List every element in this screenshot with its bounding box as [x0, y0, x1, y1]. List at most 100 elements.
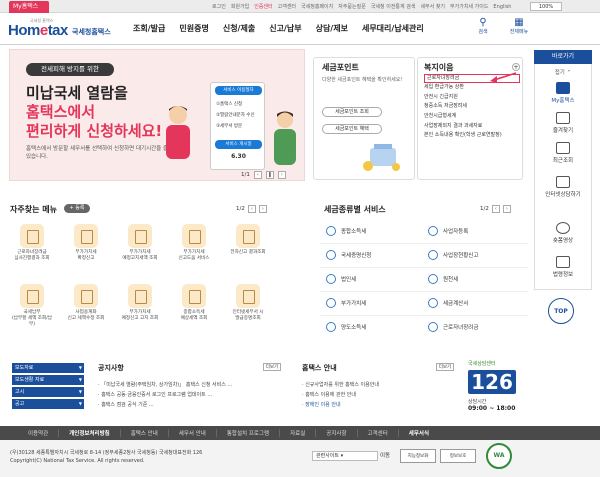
info-item[interactable]: · 신규사업자를 위한 홈택스 이용안내: [302, 381, 379, 388]
cert-center-link[interactable]: 인증센터: [254, 3, 272, 10]
footer-forms-link[interactable]: 세무서식: [397, 429, 439, 437]
stats-link[interactable]: 국세청 이전통계 검색: [371, 3, 416, 10]
press-release-select[interactable]: 보도자료: [12, 363, 84, 373]
footer-privacy-link[interactable]: 개인정보처리방침: [58, 429, 119, 437]
notice-item[interactable]: · 「미납국세 열람(주택임차, 상가임차)」 홈택스 신청 서비스 ...: [98, 381, 232, 388]
service-label: 원천세: [443, 277, 459, 283]
quick-fold-button[interactable]: 접기 ⌃: [534, 68, 592, 76]
faq-link[interactable]: 자주묻는질문: [338, 3, 366, 10]
tax-service-item[interactable]: 원천세: [428, 274, 458, 284]
footer-install-link[interactable]: 통합설치 프로그램: [215, 429, 279, 437]
nav-apply[interactable]: 신청/제출: [216, 23, 262, 34]
nav-counsel[interactable]: 상담/제보: [309, 23, 355, 34]
nav-filing[interactable]: 신고/납부: [262, 23, 308, 34]
notice-title: 공지사항: [98, 364, 124, 372]
footer-hometax-link[interactable]: 홈택스 안내: [119, 429, 168, 437]
hometax-logo[interactable]: 국세청 홈택스 Hometax 국세청홈택스: [8, 17, 118, 41]
info-item[interactable]: · 장애인 이용 안내: [302, 401, 341, 408]
freq-item[interactable]: 종합소득세 예상세액 조회: [172, 284, 216, 322]
freq-item[interactable]: 사업용계좌 신고 세액수정 조회: [64, 284, 108, 322]
hometax-info-more-button[interactable]: 더보기: [436, 363, 454, 371]
footer-office-link[interactable]: 세무서 안내: [167, 429, 216, 437]
prev-button[interactable]: ‹: [253, 171, 262, 179]
prev-button[interactable]: ‹: [247, 205, 256, 213]
search-button[interactable]: ⚲ 검색: [470, 17, 496, 35]
welfare-item[interactable]: 안전시 긴급지원: [424, 93, 520, 103]
signup-link[interactable]: 회원가입: [231, 3, 249, 10]
footer-library-link[interactable]: 자료실: [279, 429, 315, 437]
freq-item[interactable]: 부가가치세 확정신고: [64, 224, 108, 262]
nts-home-link[interactable]: 국세청홈페이지: [301, 3, 333, 10]
next-button[interactable]: ›: [502, 205, 511, 213]
zoom-control[interactable]: 100%: [530, 2, 562, 11]
tax-service-item[interactable]: 양도소득세: [326, 322, 366, 332]
freq-item[interactable]: 인터넷세무서 시 발급증명조회: [226, 284, 270, 322]
next-button[interactable]: ›: [258, 205, 267, 213]
scroll-top-button[interactable]: TOP: [548, 298, 574, 324]
tax-service-item[interactable]: 종합소득세: [326, 226, 366, 236]
nav-agent[interactable]: 세무대리/납세관리: [355, 23, 431, 34]
freq-item[interactable]: 근로자녀장려금 심사진행결과 조회: [10, 224, 54, 262]
tax-point-title: 세금포인트: [322, 63, 359, 72]
quick-label: 최근조회: [552, 158, 574, 164]
tax-point-benefit-button[interactable]: 세금포인트 혜택: [322, 124, 382, 134]
tax-service-item[interactable]: 사업자등록: [428, 226, 468, 236]
quick-favorites[interactable]: 즐겨찾기: [534, 112, 592, 134]
english-link[interactable]: English: [493, 4, 511, 10]
quick-recent[interactable]: 최근조회: [534, 142, 592, 164]
freq-menu-title: 자주찾는 메뉴: [10, 205, 57, 214]
press-life-select[interactable]: 보도생활 자료: [12, 375, 84, 385]
welfare-item[interactable]: 세입 환급가능 상환: [424, 83, 520, 93]
welfare-item[interactable]: 본인 소득내용 확인(학생 근로연말정): [424, 131, 520, 141]
related-site-select[interactable]: 관련사이트 ▾: [312, 451, 378, 461]
notice-item[interactable]: · 홈택스 공동·금융인증서 로그인 프로그램 업데이트 ...: [98, 391, 212, 398]
notice-select[interactable]: 고시: [12, 387, 84, 397]
find-office-link[interactable]: 세무서 찾기: [420, 3, 445, 10]
next-button[interactable]: ›: [277, 171, 286, 179]
tax-service-item[interactable]: 근로자녀장려금: [428, 322, 478, 332]
vat-guide-link[interactable]: 부가가치세 가이드: [450, 3, 488, 10]
footer-terms-link[interactable]: 이용약관: [18, 429, 58, 437]
quick-consult[interactable]: 인터넷상담하기: [534, 176, 592, 198]
my-hometax-tab[interactable]: My홈택스: [9, 1, 49, 13]
nav-certificate[interactable]: 민원증명: [172, 23, 215, 34]
welfare-item[interactable]: 청중소득 저금장려세: [424, 102, 520, 112]
notice-item[interactable]: · 홈택스 점검 공식 기준 ...: [98, 401, 154, 408]
quick-label: My홈택스: [551, 98, 575, 104]
tax-service-item[interactable]: 사업장현황신고: [428, 250, 478, 260]
login-link[interactable]: 로그인: [212, 3, 226, 10]
prev-button[interactable]: ‹: [491, 205, 500, 213]
freq-item[interactable]: 부가가치세 신고도움 서비스: [172, 224, 216, 262]
freq-item-label: 부가가치세 확정신고: [75, 250, 97, 261]
quick-shorts[interactable]: 숏폼영상: [534, 222, 592, 244]
freq-item[interactable]: 부가가치세 예정신고 고지 조회: [118, 284, 162, 322]
go-button[interactable]: 이동: [380, 451, 390, 459]
nav-inquiry[interactable]: 조회/발급: [126, 23, 172, 34]
welfare-item[interactable]: 안천시급형세계: [424, 112, 520, 122]
freq-menu-add-button[interactable]: + 등록: [64, 204, 90, 213]
freq-item[interactable]: 국세납부 (납부할 세액 조회/납부): [10, 284, 54, 328]
tax-point-inquiry-button[interactable]: 세금포인트 조회: [322, 107, 382, 117]
quick-my-hometax[interactable]: My홈택스: [534, 82, 592, 104]
footer-notice-link[interactable]: 공지사항: [315, 429, 356, 437]
clock-icon: [556, 142, 570, 154]
banner-page-indicator: 1/1: [241, 172, 250, 178]
tax-service-item[interactable]: 세금계산서: [428, 298, 468, 308]
all-menu-button[interactable]: ▦ 전체메뉴: [506, 17, 532, 35]
footer-customer-link[interactable]: 고객센터: [356, 429, 398, 437]
customer-center-link[interactable]: 고객센터: [278, 3, 296, 10]
freq-item[interactable]: 전자신고 결과조회: [226, 224, 270, 256]
welfare-item[interactable]: 사업장제외지 결과 과세자료: [424, 122, 520, 132]
coin-box-illustration: [363, 144, 400, 171]
tax-service-item[interactable]: 부가가치세: [326, 298, 366, 308]
quick-law[interactable]: 법령정보: [534, 256, 592, 278]
notice-more-button[interactable]: 더보기: [263, 363, 281, 371]
info-text: 신규사업자를 위한 홈택스 이용안내: [305, 382, 379, 388]
freq-item[interactable]: 부가가치세 예정고지세액 조회: [118, 224, 162, 262]
tax-service-item[interactable]: 국세증명신청: [326, 250, 371, 260]
pause-button[interactable]: ❚: [265, 171, 274, 179]
service-label: 사업장현황신고: [443, 253, 479, 259]
announcement-select[interactable]: 공고: [12, 399, 84, 409]
info-item[interactable]: · 홈택스 이용에 관한 안내: [302, 391, 356, 398]
tax-service-item[interactable]: 법인세: [326, 274, 356, 284]
